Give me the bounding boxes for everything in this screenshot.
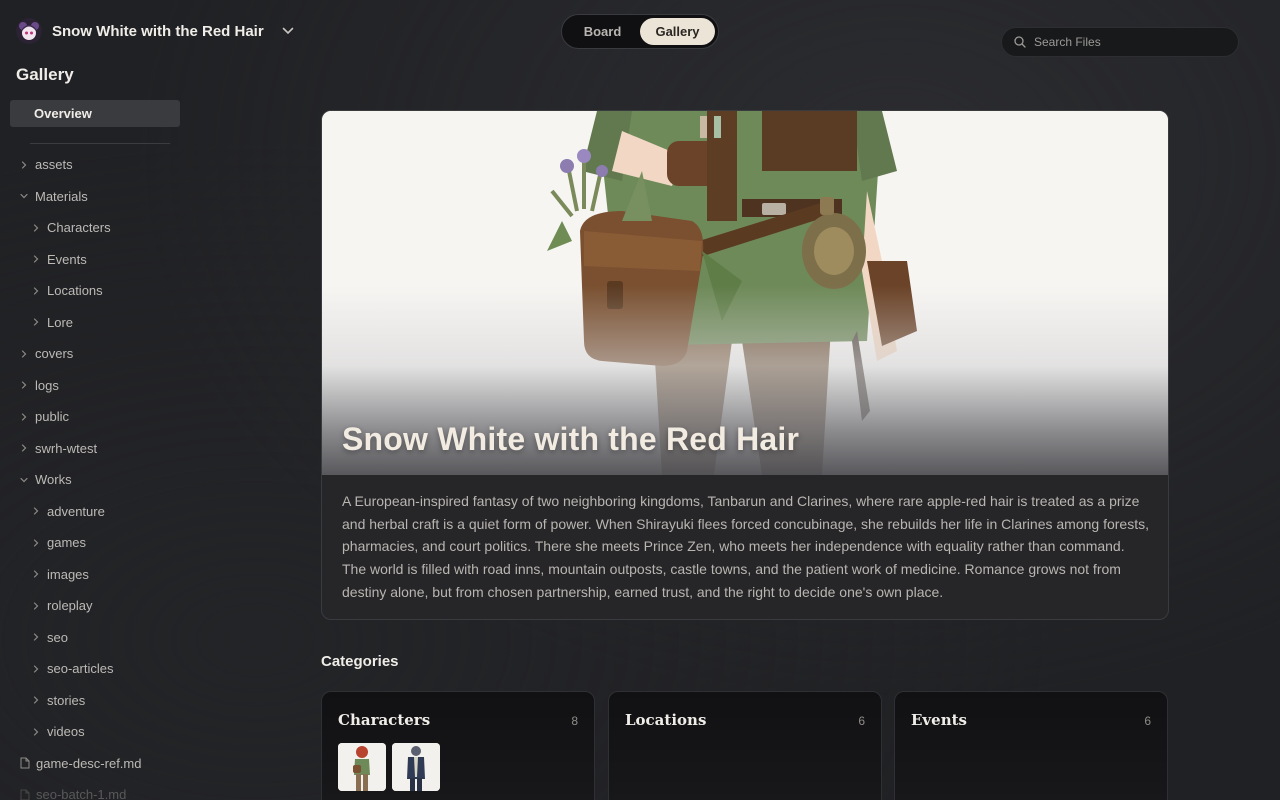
chevron-down-icon[interactable]	[282, 27, 294, 35]
chevron-right-icon[interactable]	[31, 727, 41, 737]
category-card-events[interactable]: Events 6	[894, 691, 1168, 800]
sidebar-item-assets[interactable]: assets	[0, 149, 200, 181]
chevron-down-icon[interactable]	[19, 475, 29, 485]
sidebar-item-label: seo-articles	[47, 661, 114, 677]
sidebar-file-label: game-desc-ref.md	[36, 755, 142, 771]
sidebar-title: Gallery	[16, 65, 74, 84]
sidebar-item-games[interactable]: games	[0, 527, 200, 559]
sidebar-item-adventure[interactable]: adventure	[0, 496, 200, 528]
chevron-right-icon[interactable]	[31, 569, 41, 579]
category-count: 6	[858, 714, 865, 728]
chevron-right-icon[interactable]	[31, 286, 41, 296]
view-toggle: Board Gallery	[561, 14, 719, 49]
chevron-right-icon[interactable]	[31, 695, 41, 705]
sidebar-item-label: Works	[35, 472, 72, 488]
sidebar-item-label: Events	[47, 251, 87, 267]
sidebar-item-seo-articles[interactable]: seo-articles	[0, 653, 200, 685]
sidebar-item-roleplay[interactable]: roleplay	[0, 590, 200, 622]
sidebar-item-label: Locations	[47, 283, 103, 299]
chevron-right-icon[interactable]	[31, 538, 41, 548]
sidebar-item-label: stories	[47, 692, 86, 708]
search-box	[1001, 27, 1239, 57]
sidebar-item-lore[interactable]: Lore	[0, 307, 200, 339]
chevron-right-icon[interactable]	[31, 223, 41, 233]
sidebar-item-seo[interactable]: seo	[0, 622, 200, 654]
category-count: 6	[1144, 714, 1151, 728]
chevron-right-icon[interactable]	[31, 254, 41, 264]
file-tree: assets Materials Characters Events Locations…	[0, 149, 200, 800]
category-card-locations[interactable]: Locations 6	[608, 691, 882, 800]
sidebar-item-label: Lore	[47, 314, 74, 330]
chevron-right-icon[interactable]	[19, 160, 29, 170]
sidebar-item-swrh-wtest[interactable]: swrh-wtest	[0, 433, 200, 465]
sidebar-item-label: swrh-wtest	[35, 440, 98, 456]
sidebar-item-materials[interactable]: Materials	[0, 181, 200, 213]
sidebar-item-label: covers	[35, 346, 74, 362]
sidebar-item-label: logs	[35, 377, 59, 393]
chevron-right-icon[interactable]	[19, 380, 29, 390]
project-switcher[interactable]: Snow White with the Red Hair	[16, 18, 294, 44]
sidebar-item-label: videos	[47, 724, 85, 740]
chevron-right-icon[interactable]	[19, 443, 29, 453]
project-logo-icon	[16, 18, 42, 44]
chevron-right-icon[interactable]	[19, 412, 29, 422]
sidebar-item-label: assets	[35, 157, 73, 173]
search-icon	[1014, 36, 1026, 48]
category-name: Locations	[625, 711, 707, 729]
sidebar-item-label: public	[35, 409, 69, 425]
sidebar-item-public[interactable]: public	[0, 401, 200, 433]
category-card-characters[interactable]: Characters 8	[321, 691, 595, 800]
chevron-right-icon[interactable]	[31, 664, 41, 674]
sidebar-item-stories[interactable]: stories	[0, 685, 200, 717]
sidebar-item-images[interactable]: images	[0, 559, 200, 591]
sidebar-file-item[interactable]: seo-batch-1.md	[0, 779, 200, 800]
sidebar-item-covers[interactable]: covers	[0, 338, 200, 370]
search-input[interactable]	[1034, 35, 1224, 49]
sidebar-item-events[interactable]: Events	[0, 244, 200, 276]
sidebar-file-item[interactable]: game-desc-ref.md	[0, 748, 200, 780]
chevron-right-icon[interactable]	[31, 601, 41, 611]
chevron-right-icon[interactable]	[31, 506, 41, 516]
project-name: Snow White with the Red Hair	[52, 22, 264, 40]
sidebar-item-works[interactable]: Works	[0, 464, 200, 496]
hero-card: Snow White with the Red Hair A European-…	[321, 110, 1169, 620]
sidebar-item-label: games	[47, 535, 87, 551]
categories-heading: Categories	[321, 653, 399, 670]
tab-board[interactable]: Board	[565, 18, 640, 45]
sidebar-file-label: seo-batch-1.md	[36, 787, 127, 800]
sidebar-item-videos[interactable]: videos	[0, 716, 200, 748]
category-name: Events	[911, 711, 967, 729]
chevron-right-icon[interactable]	[31, 632, 41, 642]
chevron-down-icon[interactable]	[19, 191, 29, 201]
sidebar-item-logs[interactable]: logs	[0, 370, 200, 402]
hero-description: A European-inspired fantasy of two neigh…	[342, 493, 1149, 600]
sidebar-item-label: images	[47, 566, 89, 582]
sidebar-item-characters[interactable]: Characters	[0, 212, 200, 244]
sidebar-item-label: Materials	[35, 188, 88, 204]
thumbnail-image[interactable]	[392, 743, 440, 791]
sidebar-item-label: Characters	[47, 220, 111, 236]
sidebar-item-label: seo	[47, 629, 68, 645]
category-thumbnails	[338, 743, 440, 791]
sidebar-item-locations[interactable]: Locations	[0, 275, 200, 307]
tab-gallery[interactable]: Gallery	[640, 18, 715, 45]
sidebar-item-label: roleplay	[47, 598, 93, 614]
file-icon	[20, 789, 30, 800]
sidebar-divider	[30, 143, 170, 144]
chevron-right-icon[interactable]	[31, 317, 41, 327]
sidebar-item-overview[interactable]: Overview	[10, 100, 180, 127]
sidebar-item-label: adventure	[47, 503, 105, 519]
file-icon	[20, 757, 30, 769]
chevron-right-icon[interactable]	[19, 349, 29, 359]
thumbnail-image[interactable]	[338, 743, 386, 791]
category-name: Characters	[338, 711, 431, 729]
hero-title: Snow White with the Red Hair	[342, 421, 800, 457]
category-count: 8	[571, 714, 578, 728]
